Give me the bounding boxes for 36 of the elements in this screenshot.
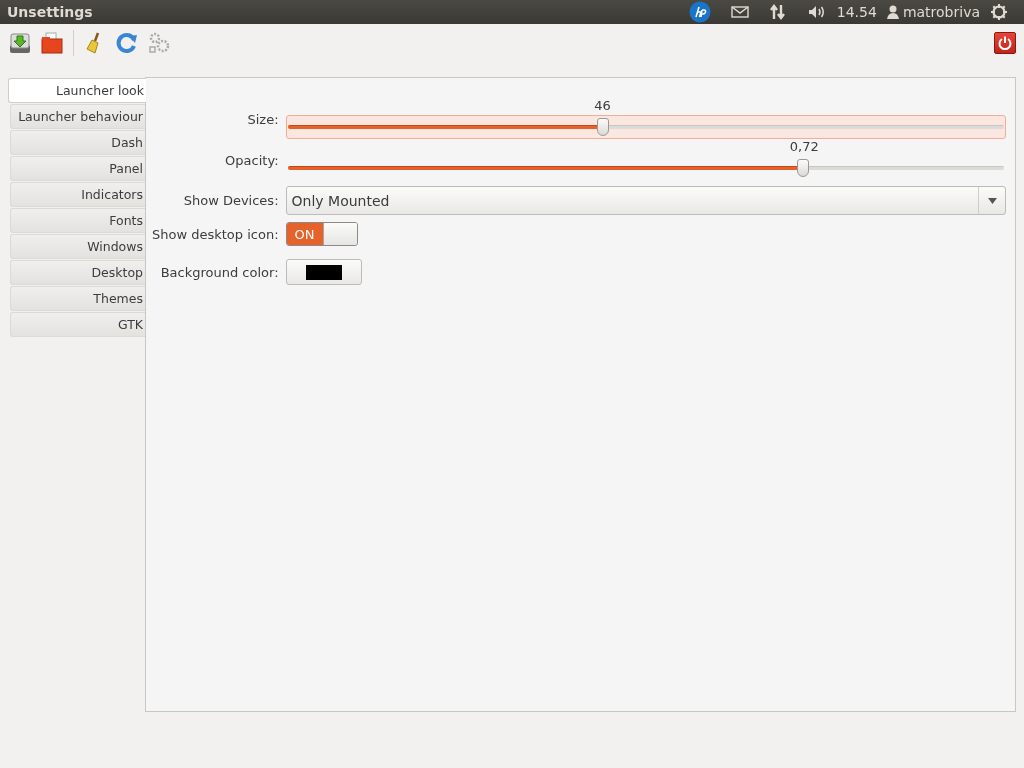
- window-title: Unsettings: [7, 4, 93, 20]
- caret-icon: [987, 197, 997, 204]
- setting-label: Background color:: [159, 263, 279, 280]
- tab[interactable]: GTK: [10, 312, 145, 337]
- slider-track[interactable]: [287, 158, 1004, 178]
- setting-label: Size:: [246, 112, 279, 129]
- clock[interactable]: 14.54: [836, 4, 877, 20]
- tab[interactable]: Panel: [10, 156, 145, 181]
- tab[interactable]: Desktop: [10, 260, 145, 285]
- setting-label: Show Devices:: [182, 192, 279, 208]
- tab[interactable]: Dash: [10, 130, 145, 155]
- setting-label: Opacity:: [224, 153, 279, 170]
- network-arrows-icon[interactable]: [768, 3, 787, 21]
- slider-thumb[interactable]: [797, 159, 810, 177]
- slider-value: 0,72: [789, 139, 819, 154]
- dropdown[interactable]: Only Mounted: [285, 186, 1006, 215]
- tab[interactable]: Launcher look: [8, 78, 146, 103]
- power-button[interactable]: [994, 31, 1016, 54]
- folder-icon[interactable]: [40, 30, 64, 55]
- tab[interactable]: Launcher behaviour: [10, 104, 145, 129]
- tab[interactable]: Indicators: [10, 182, 145, 207]
- slider-thumb[interactable]: [596, 118, 609, 136]
- user-name[interactable]: matrobriva: [902, 4, 980, 20]
- tab[interactable]: Themes: [10, 286, 145, 311]
- refresh-icon[interactable]: [115, 30, 139, 55]
- power-gear-icon[interactable]: [990, 3, 1008, 21]
- user-icon[interactable]: [886, 5, 899, 19]
- tab[interactable]: Fonts: [10, 208, 145, 233]
- color-button[interactable]: [285, 259, 362, 285]
- mail-icon[interactable]: [730, 6, 749, 18]
- slider-value: 46: [594, 98, 611, 113]
- volume-icon[interactable]: [806, 4, 827, 20]
- setting-label: Show desktop icon:: [152, 225, 279, 242]
- drive-download-icon[interactable]: [8, 30, 32, 55]
- logo-icon[interactable]: [688, 1, 711, 23]
- tab[interactable]: Windows: [10, 234, 145, 259]
